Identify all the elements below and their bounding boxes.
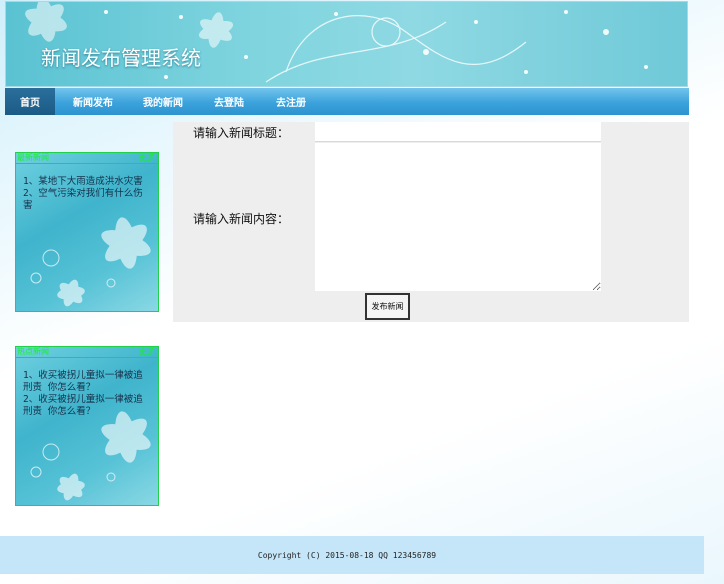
- list-item[interactable]: 1、某地下大雨造成洪水灾害: [23, 176, 151, 188]
- main-nav: 首页 新闻发布 我的新闻 去登陆 去注册: [5, 88, 689, 115]
- nav-login[interactable]: 去登陆: [203, 88, 255, 115]
- news-list: 1、收买被拐儿童拟一律被追刑责 你怎么看？ 2、收买被拐儿童拟一律被追刑责 你怎…: [23, 370, 151, 418]
- list-item[interactable]: 2、收买被拐儿童拟一律被追刑责 你怎么看？: [23, 394, 151, 418]
- header-banner: 新闻发布管理系统: [5, 1, 688, 87]
- list-item[interactable]: 1、收买被拐儿童拟一律被追刑责 你怎么看？: [23, 370, 151, 394]
- box-header: 热点新闻 更多: [16, 347, 158, 358]
- title-label: 请输入新闻标题：: [193, 126, 290, 140]
- content-label: 请输入新闻内容：: [193, 212, 290, 226]
- box-title: 热点新闻: [17, 347, 49, 356]
- list-item[interactable]: 2、空气污染对我们有什么伤害: [23, 188, 151, 212]
- box-title: 最新新闻: [17, 153, 49, 162]
- nav-register[interactable]: 去注册: [265, 88, 317, 115]
- more-link[interactable]: 更多: [139, 153, 155, 163]
- site-title: 新闻发布管理系统: [41, 46, 201, 70]
- hot-news-box: 热点新闻 更多 1、收买被拐儿童拟一律被追刑责 你怎么看？ 2、收买被拐儿童拟一…: [15, 346, 159, 506]
- nav-publish-news[interactable]: 新闻发布: [63, 88, 123, 115]
- copyright-text: Copyright (C) 2015-08-18 QQ 123456789: [257, 551, 437, 560]
- nav-home[interactable]: 首页: [5, 88, 55, 115]
- nav-my-news[interactable]: 我的新闻: [133, 88, 193, 115]
- box-header: 最新新闻 更多: [16, 153, 158, 164]
- latest-news-box: 最新新闻 更多 1、某地下大雨造成洪水灾害 2、空气污染对我们有什么伤害: [15, 152, 159, 312]
- news-list: 1、某地下大雨造成洪水灾害 2、空气污染对我们有什么伤害: [23, 176, 151, 212]
- publish-news-button[interactable]: 发布新闻: [365, 293, 410, 320]
- news-title-input[interactable]: [315, 122, 601, 142]
- news-content-textarea[interactable]: [315, 143, 601, 291]
- more-link[interactable]: 更多: [139, 347, 155, 357]
